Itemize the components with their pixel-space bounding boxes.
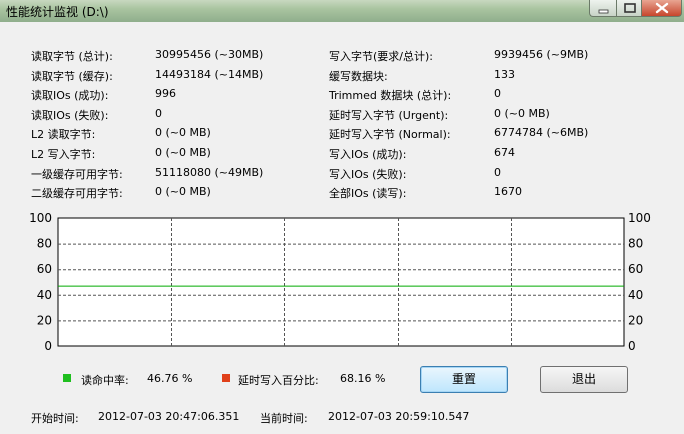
y-tick-label-right: 40	[628, 288, 643, 302]
delayed-write-value: 68.16 %	[340, 372, 386, 385]
hit-rate-value: 46.76 %	[147, 372, 193, 385]
current-time-value: 2012-07-03 20:59:10.547	[328, 410, 470, 423]
y-tick-label-left: 80	[37, 237, 52, 251]
start-time-value: 2012-07-03 20:47:06.351	[98, 410, 240, 423]
y-tick-label-left: 60	[37, 262, 52, 276]
exit-button[interactable]: 退出	[540, 366, 628, 393]
stats-panel: 读取字节 (总计): 30995456 (~30MB) 读取字节 (缓存): 1…	[8, 30, 676, 426]
y-tick-label-left: 40	[37, 288, 52, 302]
y-tick-label-right: 60	[628, 262, 643, 276]
title-bar[interactable]: 性能统计监视 (D:\)	[0, 0, 684, 22]
performance-monitor-window: 性能统计监视 (D:\) 读取字节 (总计): 30995456 (~30MB)…	[0, 0, 684, 434]
current-time-label: 当前时间:	[260, 412, 308, 425]
y-tick-label-right: 100	[628, 211, 651, 225]
plot-area	[57, 217, 625, 347]
y-tick-label-right: 20	[628, 313, 643, 327]
performance-chart: 0 0 20 20 40 40 60 60 80 80 100 100	[29, 211, 651, 353]
close-button[interactable]	[642, 0, 682, 17]
start-time-label: 开始时间:	[31, 412, 79, 425]
delayed-write-label: 延时写入百分比:	[238, 374, 319, 387]
window-title: 性能统计监视 (D:\)	[6, 5, 109, 19]
y-tick-label-left: 100	[29, 211, 52, 225]
y-tick-label-left: 20	[37, 313, 52, 327]
maximize-button[interactable]	[616, 0, 642, 17]
minimize-button[interactable]	[589, 0, 616, 17]
y-tick-label-left: 0	[44, 339, 52, 353]
y-tick-label-right: 80	[628, 237, 643, 251]
minimize-icon	[598, 9, 609, 14]
y-tick-label-right: 0	[628, 339, 636, 353]
maximize-icon	[624, 3, 636, 13]
hit-rate-label: 读命中率:	[81, 374, 129, 387]
hit-rate-legend-swatch	[63, 374, 71, 382]
delayed-write-legend-swatch	[222, 374, 230, 382]
reset-button[interactable]: 重置	[420, 366, 508, 393]
close-icon	[655, 2, 669, 14]
